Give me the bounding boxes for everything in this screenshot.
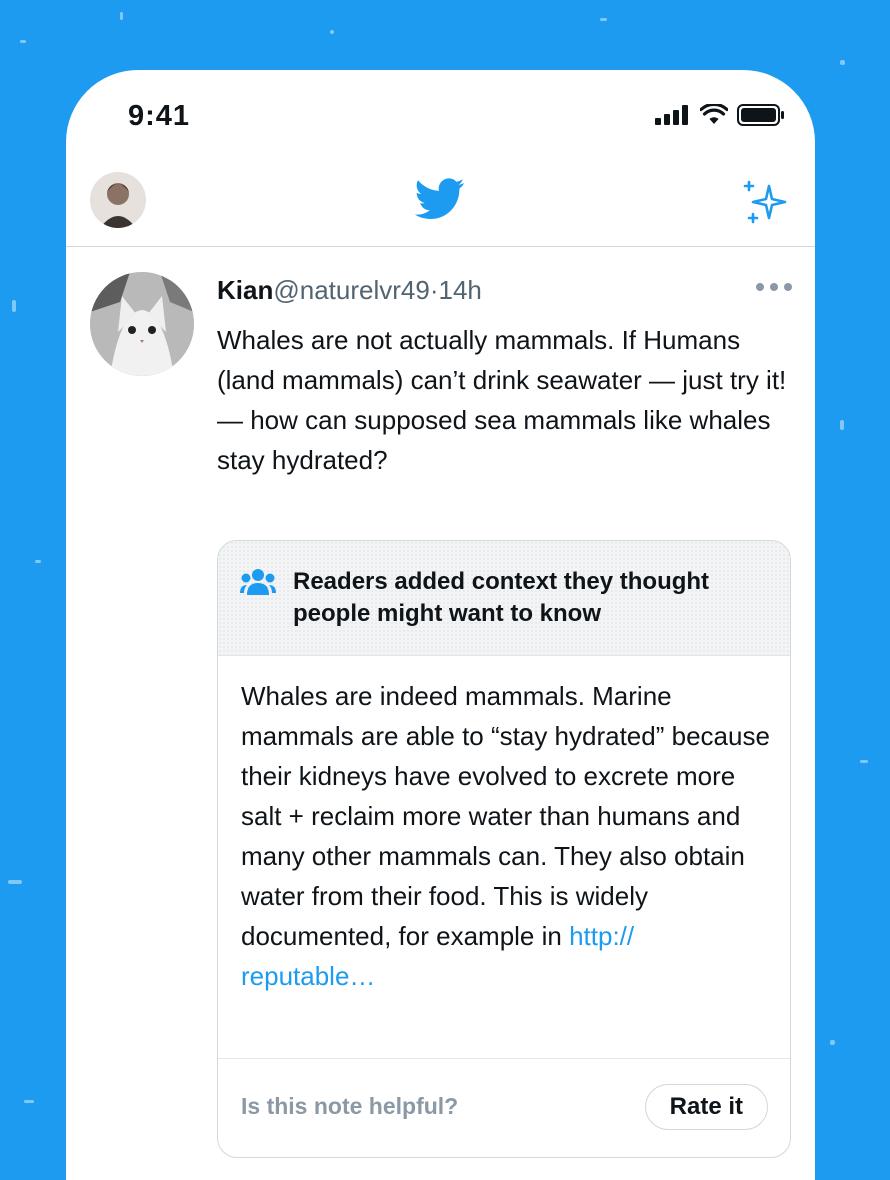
background-texture: [120, 12, 123, 20]
community-note: Readers added context they thought peopl…: [217, 540, 791, 1158]
wifi-icon: [700, 104, 728, 124]
note-helpful-question: Is this note helpful?: [241, 1093, 459, 1119]
tweet-meta-separator: ·: [429, 275, 439, 305]
profile-avatar-image: [90, 172, 146, 228]
header-divider: [66, 246, 815, 247]
background-texture: [35, 560, 41, 563]
background-texture: [8, 880, 22, 884]
background-texture: [12, 300, 16, 312]
background-texture: [330, 30, 334, 34]
twitter-bird-icon[interactable]: [415, 178, 465, 220]
background-texture: [24, 1100, 34, 1103]
background-texture: [600, 18, 607, 21]
battery-icon: [737, 104, 784, 126]
tweet-author-name[interactable]: Kian: [217, 275, 273, 305]
signal-icon: [655, 105, 688, 125]
note-title: Readers added context they thought peopl…: [293, 568, 710, 627]
background-texture: [860, 760, 868, 763]
status-icons: [655, 104, 785, 126]
status-time: 9:41: [128, 100, 191, 132]
tweet-timestamp[interactable]: 14h: [439, 275, 482, 305]
background-texture: [830, 1040, 835, 1045]
tweet-header: Kian@naturelvr49·14h: [217, 275, 482, 306]
rate-it-button[interactable]: Rate it: [644, 1084, 768, 1130]
background-texture: [840, 60, 845, 65]
more-icon[interactable]: [755, 282, 793, 292]
people-icon: [240, 569, 276, 595]
profile-avatar[interactable]: [90, 172, 146, 228]
note-body-text: Whales are indeed mammals. Marine mammal…: [241, 681, 770, 951]
cat-avatar-image: [90, 272, 194, 376]
background-texture: [20, 40, 26, 43]
background-texture: [840, 420, 844, 430]
tweet-author-avatar[interactable]: [90, 272, 194, 376]
tweet-text: Whales are not actually mammals. If Huma…: [217, 325, 787, 475]
tweet-author-handle[interactable]: @naturelvr49: [273, 275, 429, 305]
note-footer-divider: [218, 1058, 790, 1059]
note-body: Whales are indeed mammals. Marine mammal…: [241, 676, 771, 996]
note-header: Readers added context they thought peopl…: [218, 541, 790, 656]
phone-screen: 9:41 Kian@naturelvr49·14h Whales are not…: [66, 70, 815, 1180]
sparkle-icon[interactable]: [741, 178, 789, 226]
